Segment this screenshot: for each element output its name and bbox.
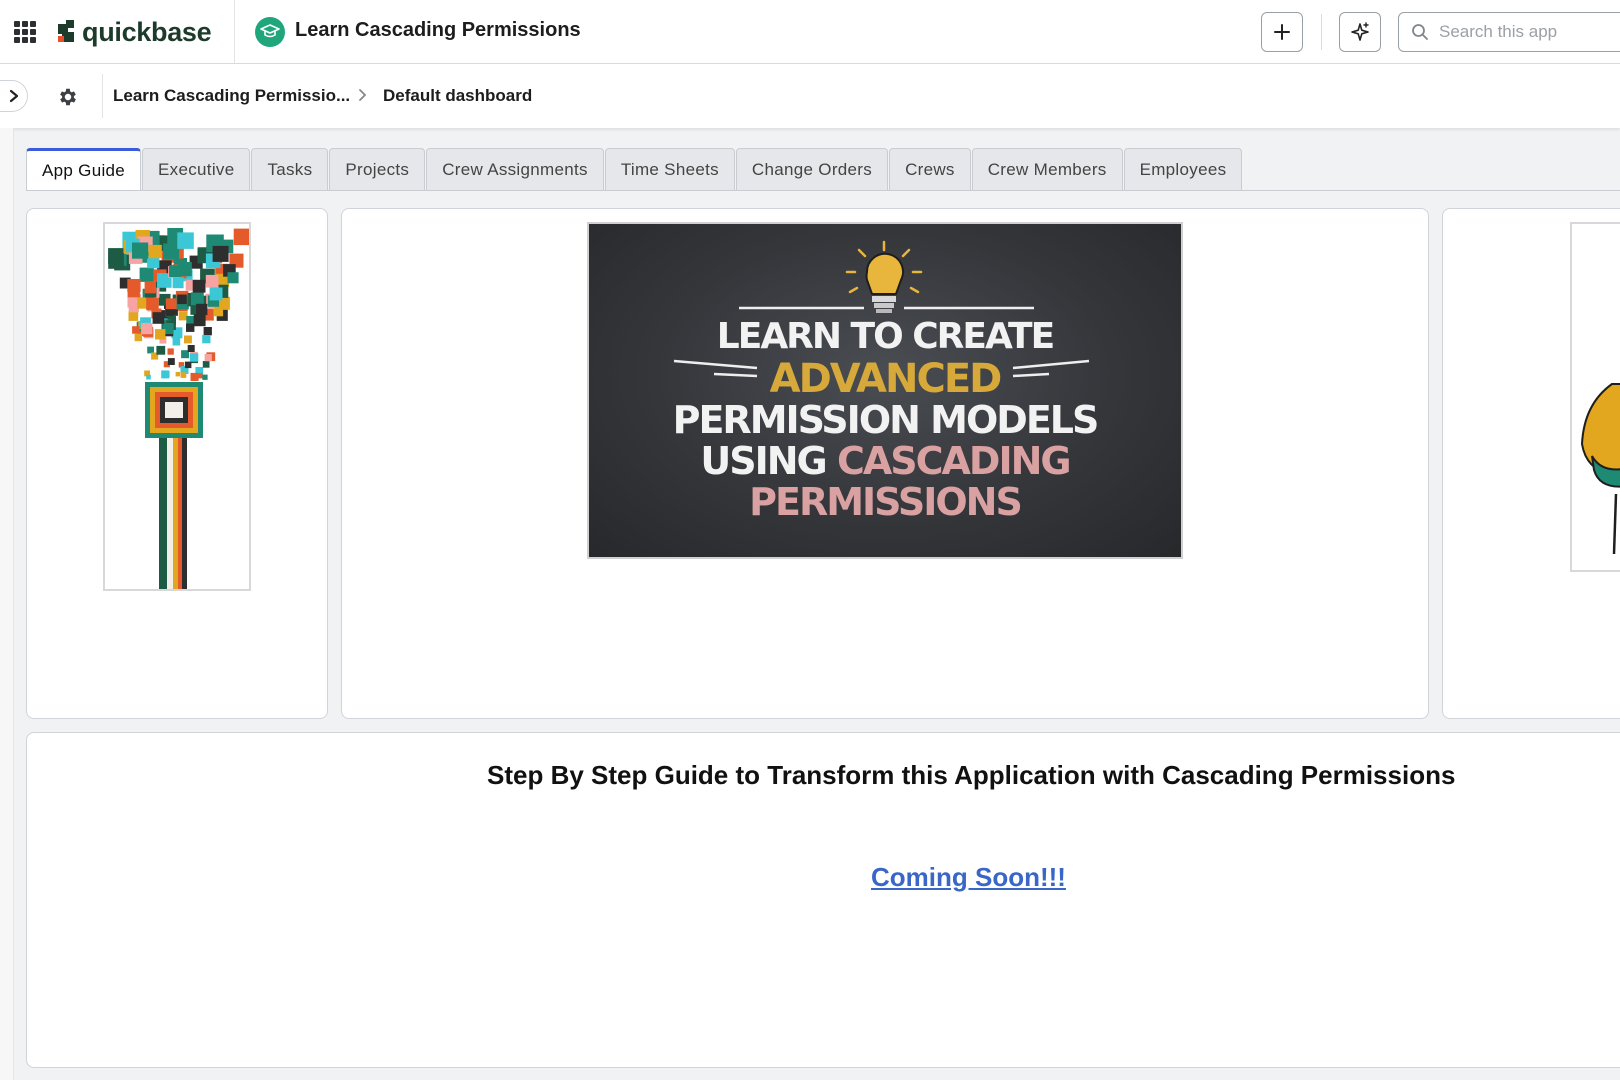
- divider: [1321, 14, 1322, 50]
- divider: [234, 0, 235, 63]
- app-grid-icon[interactable]: [14, 21, 36, 43]
- breadcrumb-app-link[interactable]: Learn Cascading Permissio...: [113, 86, 350, 106]
- tab-app-guide[interactable]: App Guide: [26, 148, 142, 191]
- top-bar: quickbase Learn Cascading Permissions: [0, 0, 1620, 64]
- tabs-underline: [26, 190, 1620, 191]
- logo-text: quickbase: [82, 16, 212, 47]
- chevron-right-icon: [359, 89, 367, 101]
- gear-icon[interactable]: [57, 86, 79, 108]
- ai-assistant-button[interactable]: [1339, 12, 1381, 52]
- plus-icon: [1274, 24, 1290, 40]
- app-title[interactable]: Learn Cascading Permissions: [295, 19, 581, 42]
- divider: [102, 74, 103, 118]
- quickbase-logo[interactable]: quickbase: [58, 16, 212, 48]
- graduation-cap-icon: [255, 17, 285, 47]
- decorative-artwork-image: [103, 222, 251, 591]
- banner-line-4a: USING: [700, 439, 827, 483]
- search-input[interactable]: [1439, 21, 1619, 43]
- banner-line-4b: CASCADING: [836, 439, 1072, 483]
- tab-executive[interactable]: Executive: [142, 148, 251, 191]
- expand-sidebar-button[interactable]: [0, 80, 28, 112]
- tab-crew-assignments[interactable]: Crew Assignments: [426, 148, 604, 191]
- quickbase-logo-icon: [58, 20, 78, 44]
- lightbulb-icon: [845, 240, 923, 313]
- character-illustration-image: [1570, 222, 1620, 572]
- dashboard-tabs: App Guide Executive Tasks Projects Crew …: [26, 148, 1243, 191]
- search-box[interactable]: [1398, 12, 1620, 52]
- breadcrumb-current-page: Default dashboard: [383, 86, 533, 105]
- course-banner-image: LEARN TO CREATE ADVANCED PERMISSION MODE…: [587, 222, 1183, 559]
- tab-time-sheets[interactable]: Time Sheets: [604, 148, 735, 191]
- tab-tasks[interactable]: Tasks: [251, 148, 329, 191]
- tab-crews[interactable]: Crews: [889, 148, 971, 191]
- search-icon: [1412, 24, 1428, 40]
- banner-line-4: USING CASCADING: [589, 439, 1181, 483]
- sparkle-icon: [1351, 22, 1369, 41]
- coming-soon-link[interactable]: Coming Soon!!!: [871, 862, 1066, 893]
- banner-line-3: PERMISSION MODELS: [672, 398, 1100, 442]
- banner-line-2: ADVANCED: [769, 356, 1003, 402]
- tab-crew-members[interactable]: Crew Members: [971, 148, 1123, 191]
- sidebar-edge: [0, 128, 14, 1080]
- guide-title: Step By Step Guide to Transform this App…: [487, 760, 1456, 790]
- add-button[interactable]: [1261, 12, 1303, 52]
- breadcrumb-bar: Learn Cascading Permissio... Default das…: [0, 64, 1620, 128]
- chevron-right-icon: [9, 89, 18, 103]
- banner-line-5: PERMISSIONS: [749, 480, 1023, 524]
- tab-change-orders[interactable]: Change Orders: [735, 148, 889, 191]
- banner-line-1: LEARN TO CREATE: [716, 316, 1055, 357]
- tab-projects[interactable]: Projects: [329, 148, 426, 191]
- tab-employees[interactable]: Employees: [1123, 148, 1243, 191]
